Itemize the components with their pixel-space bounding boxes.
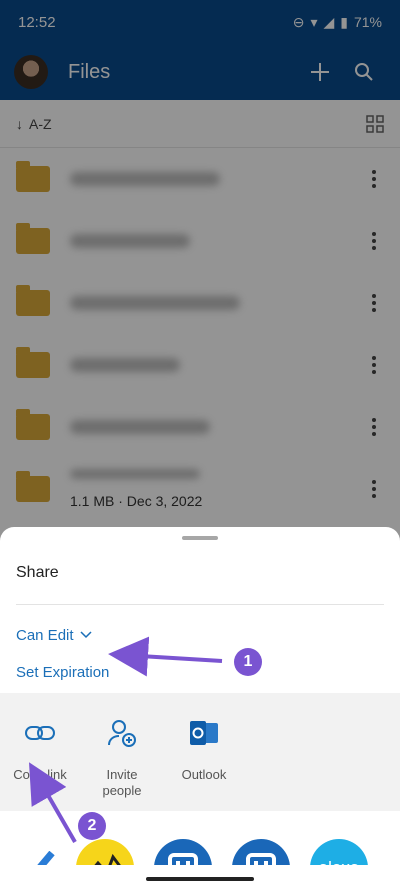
annotation-arrows <box>29 636 223 843</box>
step-badge-1: 1 <box>234 648 262 676</box>
step-badge-2: 2 <box>78 812 106 840</box>
